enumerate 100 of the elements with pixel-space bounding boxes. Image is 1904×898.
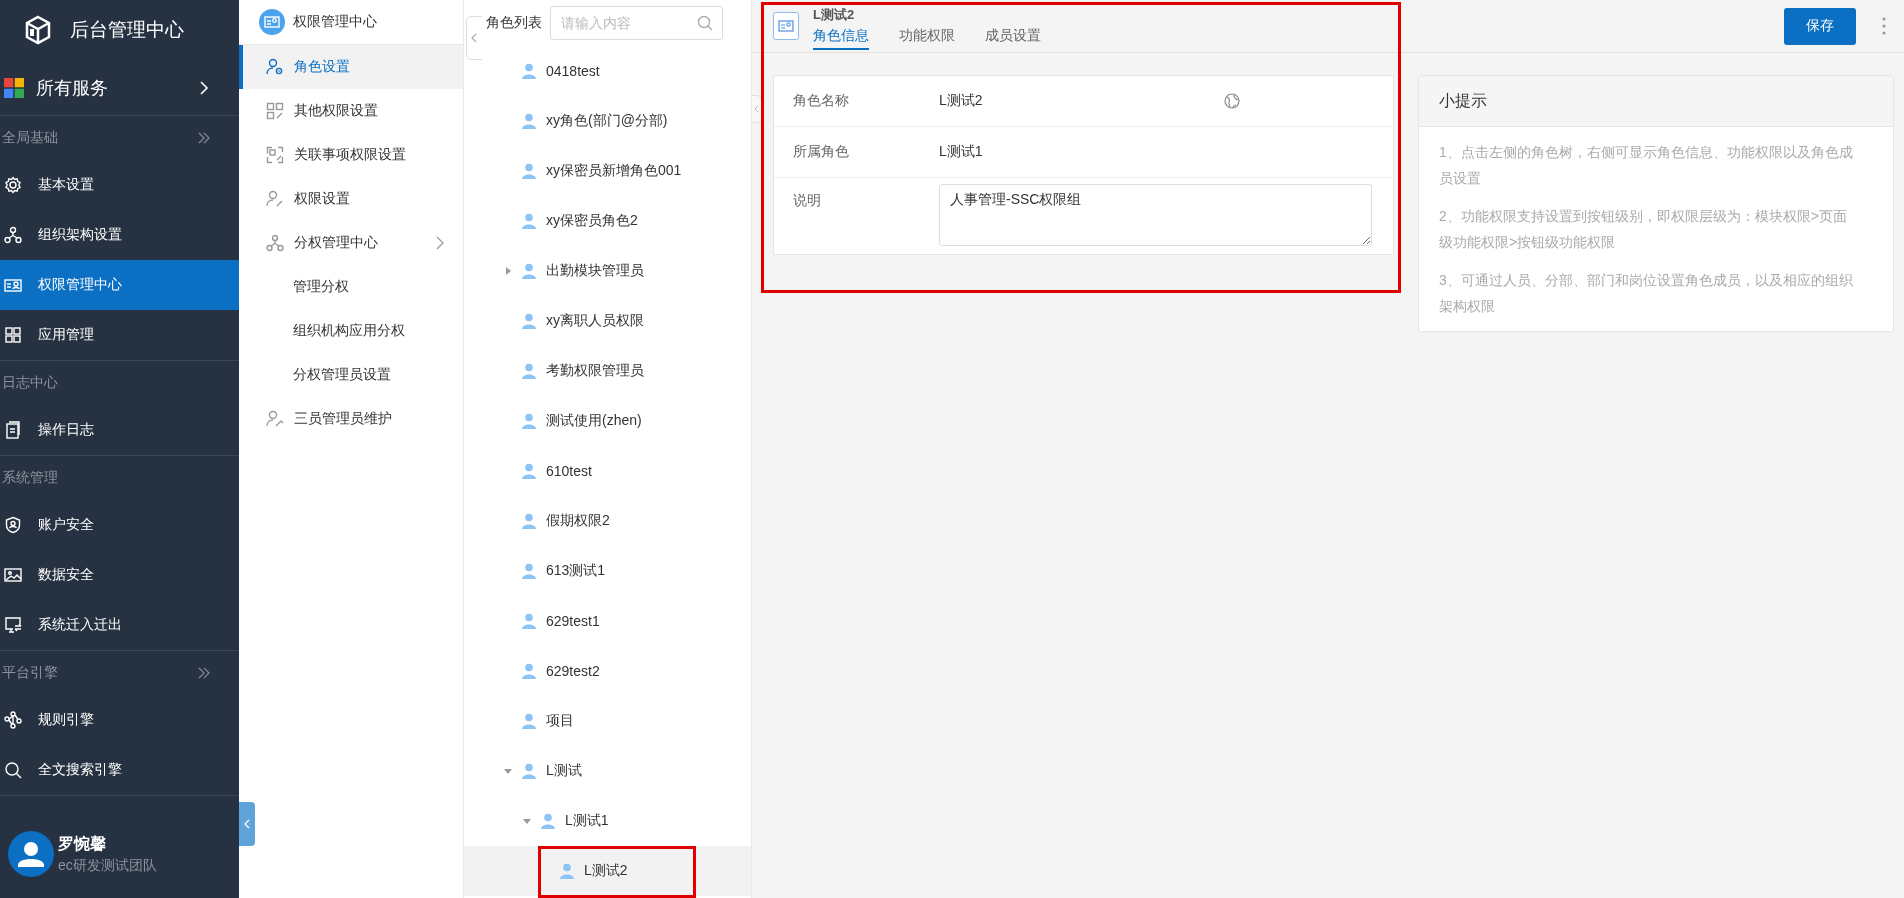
tree-node[interactable]: xy保密员新增角色001 (464, 146, 751, 196)
tree-node[interactable]: 项目 (464, 696, 751, 746)
section-label: 系统管理 (2, 469, 58, 487)
search-icon (697, 15, 713, 31)
tree-node[interactable]: 629test1 (464, 596, 751, 646)
search-field[interactable]: 请输入内容 (550, 6, 723, 40)
person-icon (522, 313, 536, 329)
grid-icon (266, 102, 284, 120)
nav-item[interactable]: 基本设置 (0, 160, 239, 210)
gear-icon (4, 176, 22, 194)
tree-node[interactable]: xy离职人员权限 (464, 296, 751, 346)
nav-item[interactable]: 规则引擎 (0, 695, 239, 745)
field-label: 角色名称 (793, 92, 850, 110)
caret-down-icon[interactable] (503, 766, 513, 776)
tree-node[interactable]: 629test2 (464, 646, 751, 696)
nav-item[interactable]: 系统迁入迁出 (0, 600, 239, 650)
role-title: L测试2 (813, 6, 856, 24)
user-settings-icon (266, 58, 284, 76)
monitor-icon (4, 616, 22, 634)
tab[interactable]: 功能权限 (899, 27, 955, 50)
avatar-icon (8, 831, 54, 877)
tree-node[interactable]: 测试使用(zhen) (464, 396, 751, 446)
panel-title: 权限管理中心 (293, 13, 377, 31)
section-label: 日志中心 (2, 374, 58, 392)
menu-item[interactable]: 管理分权 (239, 265, 463, 309)
person-icon (560, 863, 574, 879)
menu-item[interactable]: 其他权限设置 (239, 89, 463, 133)
tips-title: 小提示 (1419, 76, 1893, 127)
person-icon (522, 363, 536, 379)
id-card-icon (4, 276, 22, 294)
nav-item[interactable]: 应用管理 (0, 310, 239, 360)
chevron-right-icon (199, 79, 209, 96)
tree-node[interactable]: 613测试1 (464, 546, 751, 596)
menu-item[interactable]: 分权管理中心 (239, 221, 463, 265)
menu-item[interactable]: 分权管理员设置 (239, 353, 463, 397)
user-key-icon (266, 190, 284, 208)
double-chevron-icon[interactable] (197, 131, 211, 145)
tree-node[interactable]: 考勤权限管理员 (464, 346, 751, 396)
caret-right-icon[interactable] (503, 266, 513, 276)
section-label: 平台引擎 (2, 664, 58, 682)
menu-item[interactable]: 关联事项权限设置 (239, 133, 463, 177)
double-chevron-icon[interactable] (197, 666, 211, 680)
panel-title: 角色列表 (486, 14, 542, 32)
image-icon (4, 566, 22, 584)
tree-node[interactable]: xy保密员角色2 (464, 196, 751, 246)
nav-item[interactable]: 账户安全 (0, 500, 239, 550)
tree-node[interactable]: 出勤模块管理员 (464, 246, 751, 296)
person-icon (522, 713, 536, 729)
person-icon (541, 813, 555, 829)
user-team: ec研发测试团队 (58, 856, 157, 875)
nav-item[interactable]: 操作日志 (0, 405, 239, 455)
collapse-handle-icon[interactable] (239, 802, 255, 846)
globe-icon[interactable] (1224, 93, 1240, 109)
collapse-handle-icon[interactable] (752, 95, 762, 123)
id-card-icon (773, 12, 799, 40)
tip-text: 1、点击左侧的角色树，右侧可显示角色信息、功能权限以及角色成员设置 (1439, 143, 1854, 188)
tree-node[interactable]: L测试1 (464, 796, 751, 846)
menu-item[interactable]: 三员管理员维护 (239, 397, 463, 441)
nav-item[interactable]: 权限管理中心 (0, 260, 239, 310)
person-icon (522, 213, 536, 229)
search-icon (4, 761, 22, 779)
field-value: L测试1 (939, 143, 984, 161)
tree-node[interactable]: 0418test (464, 46, 751, 96)
description-field[interactable]: 人事管理-SSC权限组 (939, 184, 1372, 246)
caret-down-icon[interactable] (522, 816, 532, 826)
id-card-icon (259, 9, 285, 35)
tree-node[interactable]: 610test (464, 446, 751, 496)
nav-item[interactable]: 组织架构设置 (0, 210, 239, 260)
tree-node[interactable]: xy角色(部门@分部) (464, 96, 751, 146)
person-icon (522, 63, 536, 79)
nav-item[interactable]: 数据安全 (0, 550, 239, 600)
tree-node[interactable]: L测试2 (464, 846, 751, 896)
section-label: 全局基础 (2, 129, 58, 147)
person-icon (522, 463, 536, 479)
nodes-icon (4, 711, 22, 729)
user-name: 罗惋馨 (58, 833, 107, 854)
collapse-handle-icon[interactable] (466, 16, 482, 60)
tab[interactable]: 成员设置 (985, 27, 1041, 50)
tree-node[interactable]: 假期权限2 (464, 496, 751, 546)
nav-item[interactable]: 全文搜索引擎 (0, 745, 239, 795)
tip-text: 2、功能权限支持设置到按钮级别，即权限层级为：模块权限>页面级功能权限>按钮级功能权限 (1439, 207, 1848, 252)
link-frame-icon (266, 146, 284, 164)
shield-icon (4, 516, 22, 534)
person-icon (522, 263, 536, 279)
all-services-menu[interactable]: 所有服务 (0, 60, 239, 116)
person-icon (522, 113, 536, 129)
person-icon (522, 763, 536, 779)
save-button[interactable]: 保存 (1784, 7, 1856, 45)
tree-node[interactable]: L测试 (464, 746, 751, 796)
menu-item[interactable]: 权限设置 (239, 177, 463, 221)
person-icon (522, 663, 536, 679)
menu-item[interactable]: 组织机构应用分权 (239, 309, 463, 353)
menu-item[interactable]: 角色设置 (239, 45, 463, 89)
person-icon (522, 563, 536, 579)
more-icon[interactable] (1882, 17, 1886, 35)
tip-text: 3、可通过人员、分部、部门和岗位设置角色成员，以及相应的组织架构权限 (1439, 271, 1854, 316)
field-label: 所属角色 (793, 143, 850, 161)
tab[interactable]: 角色信息 (813, 27, 869, 50)
user-edit-icon (266, 410, 284, 428)
org-chart-icon (266, 234, 284, 252)
